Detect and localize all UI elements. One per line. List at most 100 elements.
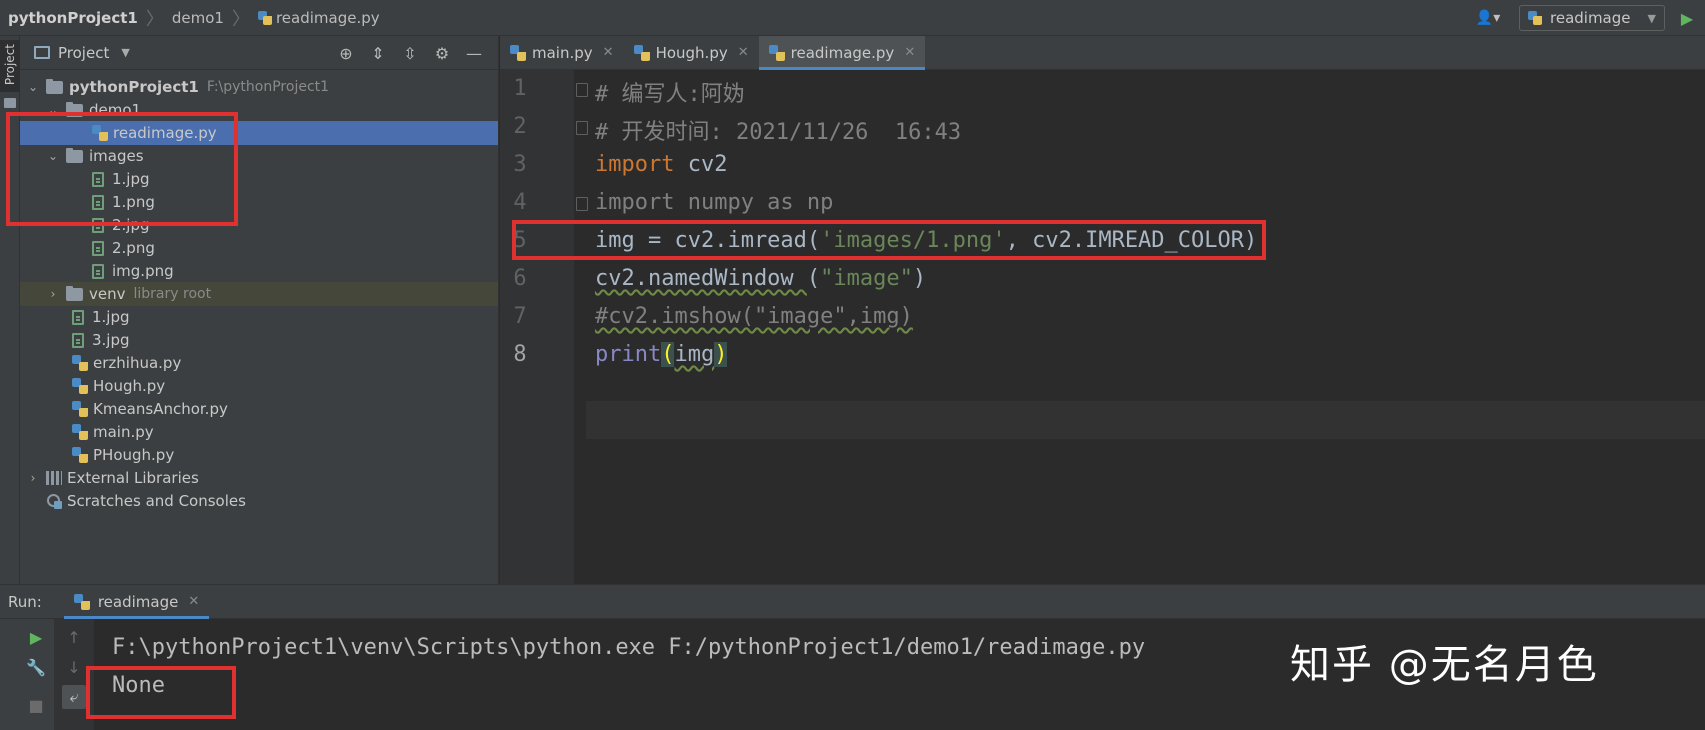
watermark: 知乎 @无名月色 bbox=[1290, 642, 1599, 688]
soft-wrap-icon[interactable]: ⤶ bbox=[62, 685, 86, 709]
tree-item-3-jpg[interactable]: 3.jpg bbox=[20, 328, 498, 352]
run-button[interactable]: ▶ bbox=[1675, 5, 1699, 31]
gear-icon[interactable]: ⚙ bbox=[426, 44, 458, 63]
tree-item-readimage-py[interactable]: readimage.py bbox=[20, 121, 498, 145]
tree-item-2-jpg[interactable]: 2.jpg bbox=[20, 213, 498, 237]
tree-item-label: KmeansAnchor.py bbox=[93, 400, 228, 418]
tree-item-label: 1.jpg bbox=[92, 308, 130, 326]
python-file-icon bbox=[72, 378, 88, 394]
console-line: F:\pythonProject1\venv\Scripts\python.ex… bbox=[112, 635, 1146, 660]
code-paren: ( bbox=[661, 342, 675, 367]
python-file-icon bbox=[92, 125, 108, 141]
locate-icon[interactable]: ⊕ bbox=[330, 44, 362, 63]
tree-item-phough-py[interactable]: PHough.py bbox=[20, 443, 498, 467]
tree-item-pythonproject1[interactable]: ⌄ pythonProject1 F:\pythonProject1 bbox=[20, 75, 498, 99]
image-file-icon bbox=[72, 309, 84, 325]
hide-icon[interactable]: — bbox=[458, 44, 490, 63]
python-file-icon bbox=[633, 44, 650, 61]
code-line-6[interactable]: cv2.namedWindow ("image") bbox=[595, 266, 926, 291]
navbar-actions: 👤▾ readimage ▼ ▶ bbox=[1469, 0, 1705, 36]
stop-icon[interactable]: ■ bbox=[24, 693, 48, 717]
collapsed-arrow-icon[interactable]: › bbox=[26, 471, 40, 485]
tree-item-venv[interactable]: › venv library root bbox=[20, 282, 498, 306]
breadcrumb-file[interactable]: readimage.py bbox=[257, 0, 380, 36]
tab-main-py[interactable]: main.py ✕ bbox=[500, 36, 624, 69]
code-text: img bbox=[674, 342, 715, 367]
tree-item-label: External Libraries bbox=[67, 469, 199, 487]
fold-marker-icon[interactable] bbox=[576, 121, 588, 135]
scroll-up-icon[interactable]: ↑ bbox=[62, 625, 86, 649]
tree-item-erzhihua-py[interactable]: erzhihua.py bbox=[20, 351, 498, 375]
tree-item-kmeansanchor-py[interactable]: KmeansAnchor.py bbox=[20, 397, 498, 421]
code-line-3[interactable]: import cv2 bbox=[595, 152, 727, 177]
chevron-down-icon[interactable]: ▼ bbox=[121, 46, 129, 59]
tab-run-readimage[interactable]: readimage ✕ bbox=[63, 585, 210, 619]
tab-hough-py[interactable]: Hough.py ✕ bbox=[624, 36, 759, 69]
python-file-icon bbox=[72, 355, 88, 371]
code-line-5[interactable]: img = cv2.imread('images/1.png', cv2.IMR… bbox=[595, 228, 1257, 253]
code-line-8[interactable]: print(img) bbox=[595, 342, 728, 367]
rerun-icon[interactable]: ▶ bbox=[24, 625, 48, 649]
wrench-icon[interactable]: 🔧 bbox=[24, 655, 48, 679]
folder-icon bbox=[66, 285, 83, 301]
run-configuration-select[interactable]: readimage ▼ bbox=[1519, 5, 1665, 31]
expand-all-icon[interactable]: ⇕ bbox=[362, 44, 394, 63]
breadcrumb-separator: 〉 bbox=[145, 8, 164, 30]
editor-tab-bar: main.py ✕ Hough.py ✕ readimage.py ✕ bbox=[500, 36, 1705, 70]
navigation-bar: pythonProject1 〉 demo1 〉 readimage.py 👤▾… bbox=[0, 0, 1705, 36]
fold-marker-icon[interactable] bbox=[576, 197, 588, 211]
folder-icon bbox=[66, 147, 83, 163]
tree-item-1-jpg-root[interactable]: 1.jpg bbox=[20, 305, 498, 329]
tree-item-demo1[interactable]: ⌄ demo1 bbox=[20, 98, 498, 122]
tree-item-hough-py[interactable]: Hough.py bbox=[20, 374, 498, 398]
image-file-icon bbox=[92, 263, 104, 279]
close-icon[interactable]: ✕ bbox=[904, 45, 915, 60]
close-icon[interactable]: ✕ bbox=[188, 594, 199, 609]
project-tool-tab[interactable]: Project bbox=[0, 40, 20, 92]
expanded-arrow-icon[interactable]: ⌄ bbox=[46, 149, 60, 163]
tree-item-2-png[interactable]: 2.png bbox=[20, 236, 498, 260]
code-line-4[interactable]: import numpy as np bbox=[595, 190, 833, 215]
user-menu-button[interactable]: 👤▾ bbox=[1469, 5, 1507, 31]
project-panel-header: Project ▼ ⊕ ⇕ ⇳ ⚙ — bbox=[20, 36, 498, 70]
breadcrumb-project[interactable]: pythonProject1 bbox=[0, 0, 138, 36]
tree-item-main-py[interactable]: main.py bbox=[20, 420, 498, 444]
expanded-arrow-icon[interactable]: ⌄ bbox=[26, 80, 40, 94]
line-number: 1 bbox=[513, 76, 527, 101]
tree-item-scratches[interactable]: Scratches and Consoles bbox=[20, 489, 498, 513]
python-file-icon bbox=[257, 10, 272, 25]
python-file-icon bbox=[73, 593, 90, 610]
tree-item-label: 2.png bbox=[112, 239, 155, 257]
expanded-arrow-icon[interactable]: ⌄ bbox=[46, 103, 60, 117]
breadcrumb-folder[interactable]: demo1 bbox=[172, 0, 224, 36]
tree-item-1-png[interactable]: 1.png bbox=[20, 190, 498, 214]
tree-item-images[interactable]: ⌄ images bbox=[20, 144, 498, 168]
line-number: 7 bbox=[513, 304, 527, 329]
line-number: 8 bbox=[513, 342, 527, 367]
python-file-icon bbox=[768, 44, 785, 61]
tab-readimage-py[interactable]: readimage.py ✕ bbox=[758, 36, 926, 70]
code-line-2[interactable]: # 开发时间: 2021/11/26 16:43 bbox=[595, 114, 961, 146]
python-file-icon bbox=[72, 424, 88, 440]
close-icon[interactable]: ✕ bbox=[603, 45, 614, 60]
tab-label: readimage.py bbox=[790, 43, 895, 62]
collapsed-arrow-icon[interactable]: › bbox=[46, 287, 60, 301]
tree-item-label: PHough.py bbox=[93, 446, 175, 464]
project-panel-title[interactable]: Project bbox=[58, 44, 109, 62]
window-icon bbox=[34, 46, 50, 59]
code-line-1[interactable]: # 编写人:阿妫 bbox=[595, 76, 745, 108]
close-icon[interactable]: ✕ bbox=[738, 45, 749, 60]
run-configuration-label: readimage bbox=[1550, 9, 1631, 27]
tree-item-1-jpg[interactable]: 1.jpg bbox=[20, 167, 498, 191]
breadcrumb-separator: 〉 bbox=[231, 8, 250, 30]
collapse-all-icon[interactable]: ⇳ bbox=[394, 44, 426, 63]
code-line-7[interactable]: #cv2.imshow("image",img) bbox=[595, 304, 913, 329]
tree-item-label: erzhihua.py bbox=[93, 354, 182, 372]
tree-item-note: library root bbox=[133, 286, 212, 302]
tree-item-img-png[interactable]: img.png bbox=[20, 259, 498, 283]
code-paren: ) bbox=[714, 342, 728, 367]
tree-item-external-libraries[interactable]: › External Libraries bbox=[20, 466, 498, 490]
image-file-icon bbox=[92, 194, 104, 210]
scroll-down-icon[interactable]: ↓ bbox=[62, 655, 86, 679]
fold-marker-icon[interactable] bbox=[576, 83, 588, 97]
